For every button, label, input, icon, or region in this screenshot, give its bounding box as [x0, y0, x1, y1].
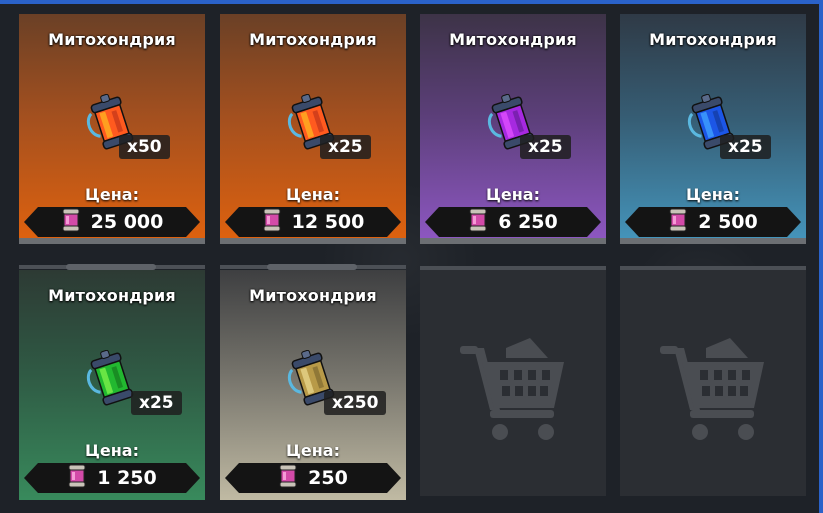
price-label: Цена:	[85, 441, 139, 460]
quantity-badge: x25	[520, 135, 571, 159]
card-bottom-strip	[220, 238, 406, 244]
price-bar: 25 000	[24, 207, 200, 237]
empty-shop-slot	[420, 266, 606, 496]
price-value: 250	[308, 467, 348, 489]
price-bar: 12 500	[225, 207, 401, 237]
shopping-cart-icon	[460, 338, 564, 440]
price-value: 12 500	[291, 211, 365, 233]
card-bottom-strip	[620, 238, 806, 244]
price-value: 25 000	[90, 211, 164, 233]
card-bottom-strip	[420, 238, 606, 244]
currency-canister-icon	[468, 208, 488, 236]
price-label: Цена:	[686, 185, 740, 204]
window-frame-top	[0, 0, 823, 4]
shop-card-mitochondria-x50[interactable]: Митохондрия x50 Цена: 25 000	[19, 14, 205, 244]
shop-card-mitochondria-x25-green[interactable]: Митохондрия x25 Цена: 1 250	[19, 270, 205, 500]
shopping-cart-icon	[660, 338, 764, 440]
currency-canister-icon	[262, 208, 282, 236]
shop-card-mitochondria-x25-orange[interactable]: Митохондрия x25 Цена: 12 500	[220, 14, 406, 244]
currency-canister-icon	[668, 208, 688, 236]
card-title: Митохондрия	[449, 30, 577, 49]
shop-card-mitochondria-x250[interactable]: Митохондрия x250 Цена: 250	[220, 270, 406, 500]
price-label: Цена:	[286, 441, 340, 460]
card-title: Митохондрия	[249, 286, 377, 305]
shop-card-mitochondria-x25-purple[interactable]: Митохондрия x25 Цена: 6 250	[420, 14, 606, 244]
quantity-badge: x250	[324, 391, 387, 415]
card-bottom-strip	[19, 238, 205, 244]
price-value: 2 500	[698, 211, 758, 233]
shop-card-mitochondria-x25-blue[interactable]: Митохондрия x25 Цена: 2 500	[620, 14, 806, 244]
card-title: Митохондрия	[649, 30, 777, 49]
price-value: 1 250	[97, 467, 157, 489]
price-label: Цена:	[85, 185, 139, 204]
quantity-badge: x50	[119, 135, 170, 159]
window-frame-right	[819, 0, 823, 513]
price-bar: 250	[225, 463, 401, 493]
price-label: Цена:	[486, 185, 540, 204]
card-title: Митохондрия	[48, 30, 176, 49]
currency-canister-icon	[278, 464, 298, 492]
quantity-badge: x25	[720, 135, 771, 159]
price-value: 6 250	[498, 211, 558, 233]
price-bar: 1 250	[24, 463, 200, 493]
card-title: Митохондрия	[249, 30, 377, 49]
quantity-badge: x25	[131, 391, 182, 415]
price-bar: 6 250	[425, 207, 601, 237]
price-label: Цена:	[286, 185, 340, 204]
currency-canister-icon	[61, 208, 81, 236]
currency-canister-icon	[67, 464, 87, 492]
price-bar: 2 500	[625, 207, 801, 237]
empty-shop-slot	[620, 266, 806, 496]
card-title: Митохондрия	[48, 286, 176, 305]
quantity-badge: x25	[320, 135, 371, 159]
